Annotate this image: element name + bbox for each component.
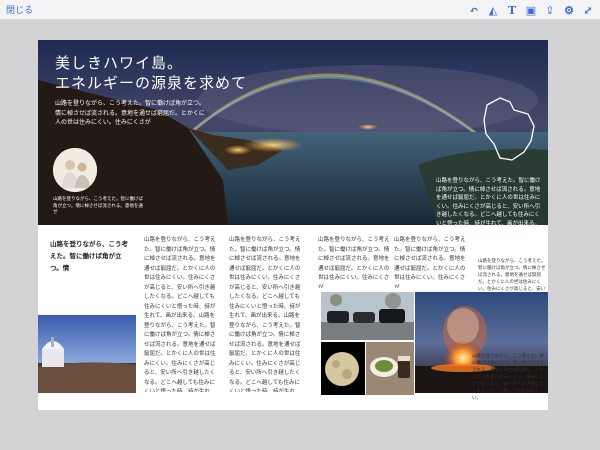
expand-icon[interactable]: ⤢ (580, 2, 596, 18)
lead-text: 山路を登りながら、こう考えた。智に働けば角が立つ。情 (50, 240, 128, 272)
share-icon[interactable]: ⇪ (542, 2, 558, 18)
food-photo (366, 342, 414, 395)
parking-lot-photo (321, 292, 414, 340)
hero-right-text: 山路を登りながら、こう考えた。智に働けば角が立つ。情に棹させば流される。意地を通… (436, 178, 541, 225)
body-column-4: 山路を登りながら、こう考えた。智に働けば角が立つ。情に棹させば流される。意地を通… (394, 237, 466, 288)
observatory-image (38, 315, 136, 393)
hero-title-line2: エネルギーの源泉を求めて (55, 74, 248, 92)
body-column-6: 山路を登りながら、こう考えた。智に働けば角が立つ。情に棹させば流される。意地を通… (472, 354, 544, 401)
portrait-caption: 山路を登りながら、こう考えた。智に働けば角が立つ。情に棹させば流される。意地を通… (53, 197, 143, 215)
observatory-photo (38, 315, 136, 393)
food-image (366, 342, 414, 395)
hero-photo: 美しきハワイ島。 エネルギーの源泉を求めて 山路を登りながら、こう考えた。智に働… (38, 40, 548, 225)
body-column-2: 山路を登りながら、こう考えた。智に働けば角が立つ。情に棹させば流される。意地を通… (229, 237, 301, 392)
top-toolbar: 閉じる ↶ ◭ T ▣ ⇪ ⚙ ⤢ (0, 0, 600, 20)
moon-photo (321, 342, 365, 395)
close-button[interactable]: 閉じる (6, 3, 33, 16)
undo-icon[interactable]: ↶ (466, 2, 482, 18)
hero-title-line1: 美しきハワイ島。 (55, 54, 184, 72)
body-column-1: 山路を登りながら、こう考えた。智に働けば角が立つ。情に棹させば流される。意地を通… (144, 237, 216, 392)
settings-icon[interactable]: ⚙ (561, 2, 577, 18)
magazine-page: 美しきハワイ島。 エネルギーの源泉を求めて 山路を登りながら、こう考えた。智に働… (38, 40, 548, 410)
hero-intro-text: 山路を登りながら、こう考えた。智に働けば角が立つ。情に棹させば流される。意地を通… (55, 100, 205, 126)
portrait-photo (53, 148, 97, 192)
ink-icon[interactable]: ◭ (485, 2, 501, 18)
portrait-image (53, 148, 97, 192)
toolbar-tools: ↶ ◭ T ▣ ⇪ ⚙ ⤢ (466, 2, 596, 18)
parking-lot-image (321, 292, 414, 340)
hero-title: 美しきハワイ島。 エネルギーの源泉を求めて (55, 53, 247, 93)
body-column-3: 山路を登りながら、こう考えた。智に働けば角が立つ。情に棹させば流される。意地を通… (318, 237, 390, 288)
text-icon[interactable]: T (504, 2, 520, 18)
image-icon[interactable]: ▣ (523, 2, 539, 18)
moon-image (321, 342, 365, 395)
